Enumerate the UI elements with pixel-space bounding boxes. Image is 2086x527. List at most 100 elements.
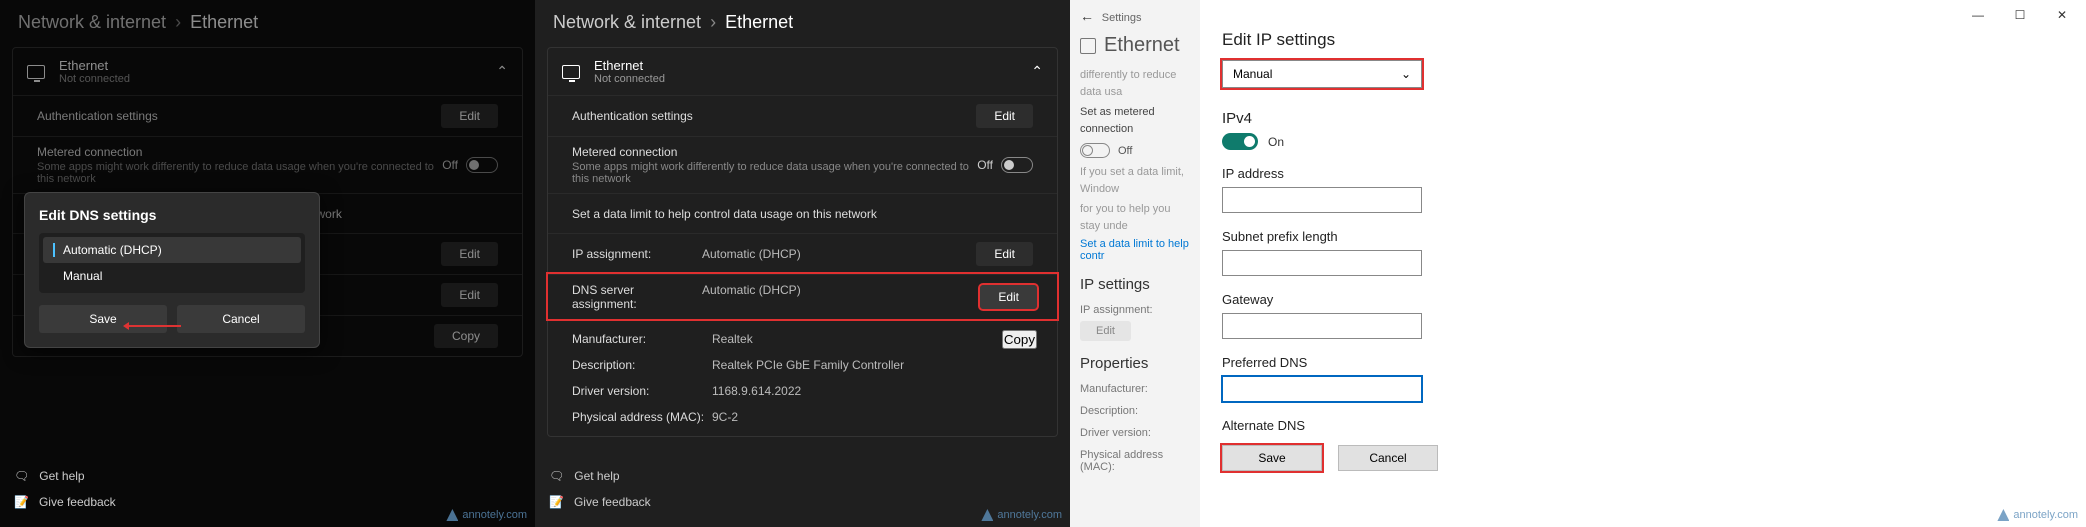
get-help-link[interactable]: 🗨Get help [14, 463, 116, 489]
on-label: On [1268, 135, 1284, 149]
ethernet-icon [562, 65, 580, 79]
description-value: Realtek PCIe GbE Family Controller [712, 358, 904, 372]
ip-mode-dropdown[interactable]: Manual ⌄ [1222, 60, 1422, 88]
row-metered: Metered connection Some apps might work … [548, 136, 1057, 193]
option-automatic[interactable]: Automatic (DHCP) [43, 237, 301, 263]
mac-value: 9C-2 [712, 410, 738, 424]
dialog-title: Edit IP settings [1222, 30, 2064, 50]
window-titlebar: — ☐ ✕ [1200, 0, 2086, 30]
copy-button[interactable]: Copy [1002, 330, 1037, 349]
off-label: Off [1118, 145, 1132, 157]
cancel-button[interactable]: Cancel [1338, 445, 1438, 471]
subnet-input[interactable] [1222, 250, 1422, 276]
auth-label: Authentication settings [572, 109, 976, 123]
truncated-text: differently to reduce data usa [1080, 67, 1190, 100]
gateway-label: Gateway [1222, 292, 2064, 307]
metered-label: Metered connection [572, 145, 977, 159]
metered-toggle[interactable] [1080, 143, 1110, 158]
option-manual[interactable]: Manual [43, 263, 301, 289]
home-icon[interactable] [1080, 38, 1096, 54]
save-button[interactable]: Save [1222, 445, 1322, 471]
option-automatic-label: Automatic (DHCP) [63, 243, 162, 257]
settings-sidebar: ← Settings Ethernet differently to reduc… [1070, 0, 1200, 527]
chevron-down-icon: ⌄ [1401, 67, 1411, 81]
edit-dns-popup: Edit DNS settings Automatic (DHCP) Manua… [24, 192, 320, 348]
selection-indicator [53, 243, 55, 257]
truncated-text: If you set a data limit, Window [1080, 164, 1190, 197]
preferred-dns-input[interactable] [1222, 376, 1422, 402]
driver-version-key: Driver version: [1080, 427, 1151, 439]
ip-address-input[interactable] [1222, 187, 1422, 213]
panel-edit-ip-dialog: ← Settings Ethernet differently to reduc… [1070, 0, 2086, 527]
datalimit-label: Set a data limit to help control data us… [572, 207, 1033, 221]
maximize-button[interactable]: ☐ [2000, 1, 2040, 29]
ipv4-toggle[interactable] [1222, 133, 1258, 150]
footer-links: 🗨Get help 📝Give feedback [549, 463, 651, 515]
driver-version-key: Driver version: [572, 384, 712, 398]
truncated-text: for you to help you stay unde [1080, 201, 1190, 234]
description-key: Description: [1080, 405, 1138, 417]
footer-links: 🗨Get help 📝Give feedback [14, 463, 116, 515]
ipv4-heading: IPv4 [1222, 110, 2064, 127]
ip-settings-heading: IP settings [1080, 276, 1190, 293]
get-help-link[interactable]: 🗨Get help [549, 463, 651, 489]
back-button[interactable]: ← Settings [1080, 8, 1190, 24]
annotely-icon [1997, 509, 2009, 521]
edit-button[interactable]: Edit [976, 242, 1033, 266]
watermark: annotely.com [446, 509, 527, 521]
cancel-button[interactable]: Cancel [177, 305, 305, 333]
description-key: Description: [572, 358, 712, 372]
help-icon: 🗨 [549, 469, 564, 483]
ethernet-status: Not connected [594, 73, 1031, 85]
dns-assignment-key: DNS server assignment: [572, 283, 702, 311]
edit-button[interactable]: Edit [1080, 321, 1131, 341]
ethernet-header[interactable]: Ethernet Not connected ⌃ [548, 48, 1057, 95]
page-heading: Ethernet [1080, 34, 1190, 57]
data-limit-link[interactable]: Set a data limit to help contr [1080, 238, 1190, 262]
dropdown-value: Manual [1233, 67, 1272, 81]
minimize-button[interactable]: — [1958, 1, 1998, 29]
edit-button[interactable]: Edit [980, 285, 1037, 309]
subnet-label: Subnet prefix length [1222, 229, 2064, 244]
breadcrumb-parent[interactable]: Network & internet [553, 12, 701, 32]
feedback-icon: 📝 [14, 495, 29, 509]
help-icon: 🗨 [14, 469, 29, 483]
feedback-icon: 📝 [549, 495, 564, 509]
breadcrumb: Network & internet › Ethernet [535, 0, 1070, 41]
ip-assignment-value: Automatic (DHCP) [702, 247, 801, 261]
annotely-icon [446, 509, 458, 521]
breadcrumb-current: Ethernet [725, 12, 793, 32]
ethernet-card: Ethernet Not connected ⌃ Authentication … [547, 47, 1058, 437]
manufacturer-key: Manufacturer: [572, 332, 712, 346]
manufacturer-value: Realtek [712, 332, 753, 346]
give-feedback-link[interactable]: 📝Give feedback [14, 489, 116, 515]
ethernet-title: Ethernet [594, 58, 1031, 73]
dns-mode-select[interactable]: Automatic (DHCP) Manual [39, 233, 305, 293]
annotation-arrow [125, 325, 181, 327]
metered-off-label: Off [977, 158, 993, 172]
mac-key: Physical address (MAC): [1080, 449, 1190, 473]
panel-dns-popup: Network & internet › Ethernet Ethernet N… [0, 0, 535, 527]
edit-button[interactable]: Edit [976, 104, 1033, 128]
row-dns-assignment: DNS server assignment: Automatic (DHCP) … [548, 274, 1057, 319]
ip-assignment-key: IP assignment: [572, 247, 702, 261]
gateway-input[interactable] [1222, 313, 1422, 339]
metered-toggle[interactable] [1001, 157, 1033, 173]
manufacturer-key: Manufacturer: [1080, 383, 1148, 395]
row-datalimit[interactable]: Set a data limit to help control data us… [548, 193, 1057, 233]
option-manual-label: Manual [63, 269, 102, 283]
alternate-dns-label: Alternate DNS [1222, 418, 2064, 433]
edit-ip-dialog: — ☐ ✕ Edit IP settings Manual ⌄ IPv4 On … [1200, 0, 2086, 527]
row-ip-assignment: IP assignment: Automatic (DHCP) Edit [548, 233, 1057, 274]
driver-version-value: 1168.9.614.2022 [712, 384, 801, 398]
mac-key: Physical address (MAC): [572, 410, 712, 424]
annotely-icon [981, 509, 993, 521]
chevron-up-icon: ⌃ [1031, 63, 1043, 80]
metered-sub: Some apps might work differently to redu… [572, 161, 977, 185]
popup-title: Edit DNS settings [39, 207, 305, 223]
breadcrumb-sep: › [710, 12, 716, 32]
give-feedback-link[interactable]: 📝Give feedback [549, 489, 651, 515]
save-button[interactable]: Save [39, 305, 167, 333]
properties-heading: Properties [1080, 355, 1190, 372]
close-button[interactable]: ✕ [2042, 1, 2082, 29]
